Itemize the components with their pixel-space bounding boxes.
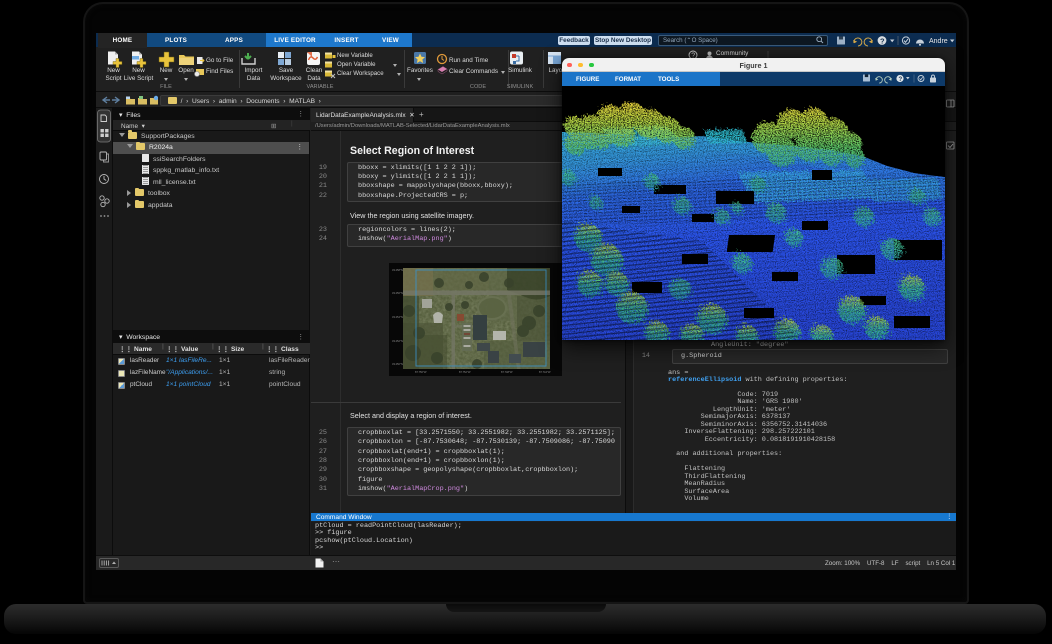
svg-text:Andre: Andre <box>929 38 948 45</box>
svg-text:33.250°N: 33.250°N <box>392 362 403 366</box>
svg-text:33.256°N: 33.256°N <box>392 291 403 295</box>
svg-text:33.254°N: 33.254°N <box>392 315 403 319</box>
svg-text:87.744°W: 87.744°W <box>539 370 551 374</box>
svg-text:87.752°W: 87.752°W <box>459 370 471 374</box>
svg-text:?: ? <box>880 36 885 45</box>
svg-text:?: ? <box>899 77 903 83</box>
svg-text:87.748°W: 87.748°W <box>501 370 513 374</box>
svg-text:33.252°N: 33.252°N <box>392 339 403 343</box>
svg-text:33.258°N: 33.258°N <box>392 268 403 272</box>
svg-text:87.756°W: 87.756°W <box>415 370 427 374</box>
